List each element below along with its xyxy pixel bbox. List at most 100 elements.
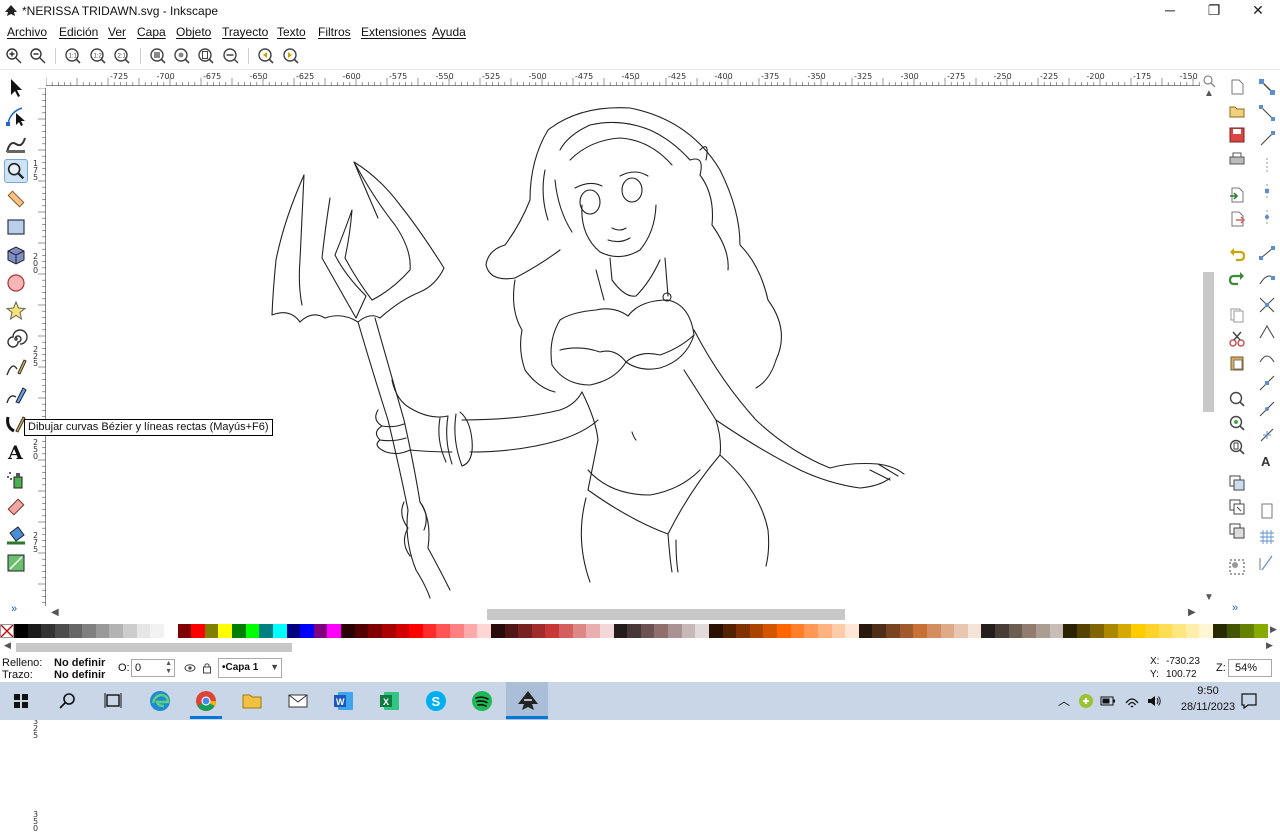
palette-scroll-thumb[interactable] [16, 643, 292, 652]
node-tool-icon[interactable] [4, 104, 28, 128]
scroll-up-icon[interactable]: ▲ [1204, 88, 1214, 99]
zoom-drawing-icon[interactable] [173, 47, 191, 65]
color-swatch[interactable] [899, 624, 914, 638]
vertical-scrollbar[interactable]: ▲ ▼ [1200, 72, 1218, 606]
clock-time[interactable]: 9:50 [1186, 685, 1230, 697]
palette-menu-icon[interactable]: ▶ [1267, 624, 1280, 638]
snap-object-centers-icon[interactable] [1258, 400, 1276, 418]
color-swatch[interactable] [1253, 624, 1268, 638]
tray-chevron-up-icon[interactable]: ︿ [1058, 692, 1070, 709]
zoom-1-2-icon[interactable]: 1:2 [89, 47, 107, 65]
color-swatch[interactable] [681, 624, 696, 638]
snap-rotation-center-icon[interactable] [1258, 426, 1276, 444]
menu-texto[interactable]: Texto [277, 25, 306, 39]
skype-icon[interactable]: S [421, 686, 451, 716]
export-icon[interactable] [1228, 210, 1246, 228]
redo-icon[interactable] [1228, 270, 1246, 288]
color-swatch[interactable] [136, 624, 151, 638]
scroll-down-icon[interactable]: ▼ [1204, 592, 1214, 603]
color-swatch[interactable] [150, 624, 164, 638]
color-swatch[interactable] [804, 624, 818, 638]
color-swatch[interactable] [1240, 624, 1254, 638]
snap-centers-icon[interactable] [1258, 208, 1276, 226]
zoom-selection-icon[interactable] [149, 47, 167, 65]
color-swatch[interactable] [450, 624, 464, 638]
snap-intersections-icon[interactable] [1258, 296, 1276, 314]
color-swatch[interactable] [245, 624, 260, 638]
color-swatch[interactable] [518, 624, 532, 638]
color-swatch[interactable] [1185, 624, 1200, 638]
color-swatch[interactable] [954, 624, 968, 638]
vertical-scroll-thumb[interactable] [1203, 272, 1214, 412]
color-swatch[interactable] [232, 624, 246, 638]
color-swatch[interactable] [54, 624, 69, 638]
zoom-out-icon[interactable] [29, 47, 47, 65]
color-swatch[interactable] [886, 624, 900, 638]
menu-objeto[interactable]: Objeto [176, 25, 211, 39]
wifi-icon[interactable] [1124, 693, 1140, 709]
color-swatch[interactable] [300, 624, 314, 638]
palette-scrollbar[interactable]: ◀ ▶ [0, 639, 1280, 655]
spotify-icon[interactable] [467, 686, 497, 716]
paste-icon[interactable] [1228, 354, 1246, 372]
unlink-clone-icon[interactable] [1228, 522, 1246, 540]
tweak-tool-icon[interactable] [4, 132, 28, 156]
color-swatch[interactable] [790, 624, 805, 638]
edge-browser-icon[interactable] [145, 686, 175, 716]
horizontal-scrollbar[interactable]: ◀ ▶ [47, 606, 1218, 622]
snap-nodes-icon[interactable] [1258, 244, 1276, 262]
color-swatch[interactable] [490, 624, 505, 638]
color-swatch[interactable] [1104, 624, 1118, 638]
lock-icon[interactable] [202, 662, 212, 674]
color-swatch[interactable] [259, 624, 273, 638]
color-swatch[interactable] [1117, 624, 1132, 638]
color-swatch[interactable] [559, 624, 573, 638]
snap-bbox-icon[interactable] [1258, 104, 1276, 122]
eye-icon[interactable] [184, 663, 196, 673]
zoom-page-width-icon[interactable] [222, 47, 240, 65]
color-swatch[interactable] [95, 624, 110, 638]
scroll-right-icon[interactable]: ▶ [1188, 607, 1196, 618]
color-swatch[interactable] [736, 624, 750, 638]
color-swatch[interactable] [627, 624, 641, 638]
zoom-tool-icon[interactable] [4, 159, 28, 183]
color-swatch[interactable] [1144, 624, 1159, 638]
snap-cusp-icon[interactable] [1258, 322, 1276, 340]
color-swatch[interactable] [313, 624, 328, 638]
text-tool-icon[interactable]: A [4, 439, 28, 463]
color-swatch[interactable] [1022, 624, 1036, 638]
color-swatch[interactable] [354, 624, 369, 638]
color-swatch[interactable] [381, 624, 396, 638]
color-swatch[interactable] [14, 624, 28, 638]
notifications-icon[interactable] [1240, 692, 1258, 710]
color-swatch[interactable] [163, 624, 178, 638]
file-explorer-icon[interactable] [237, 686, 267, 716]
color-swatch[interactable] [477, 624, 491, 638]
battery-icon[interactable] [1100, 694, 1116, 708]
color-swatch[interactable] [1213, 624, 1227, 638]
color-swatch[interactable] [327, 624, 341, 638]
tray-app-icon[interactable] [1078, 693, 1094, 709]
no-paint-swatch[interactable] [0, 624, 14, 638]
color-swatch[interactable] [463, 624, 478, 638]
color-swatch[interactable] [722, 624, 737, 638]
snap-midpoints-icon[interactable] [1258, 182, 1276, 200]
color-swatch[interactable] [82, 624, 96, 638]
color-swatch[interactable] [341, 624, 355, 638]
color-swatch[interactable] [531, 624, 546, 638]
snap-text-baseline-icon[interactable]: A [1258, 452, 1276, 470]
menu-ver[interactable]: Ver [108, 25, 126, 39]
color-swatch[interactable] [504, 624, 519, 638]
paint-bucket-tool-icon[interactable] [4, 523, 28, 547]
save-icon[interactable] [1228, 126, 1246, 144]
close-button[interactable]: ✕ [1236, 0, 1280, 22]
color-swatch[interactable] [926, 624, 941, 638]
color-swatch[interactable] [409, 624, 423, 638]
spin-arrows-icon[interactable]: ▲ ▼ [165, 660, 172, 676]
zoom-spinbox[interactable]: 54% [1228, 659, 1272, 677]
zoom-selection-cmd-icon[interactable] [1228, 390, 1246, 408]
snap-corners-icon[interactable] [1258, 156, 1276, 174]
color-swatch[interactable] [572, 624, 587, 638]
horizontal-scroll-thumb[interactable] [487, 609, 845, 620]
open-folder-icon[interactable] [1228, 102, 1246, 120]
